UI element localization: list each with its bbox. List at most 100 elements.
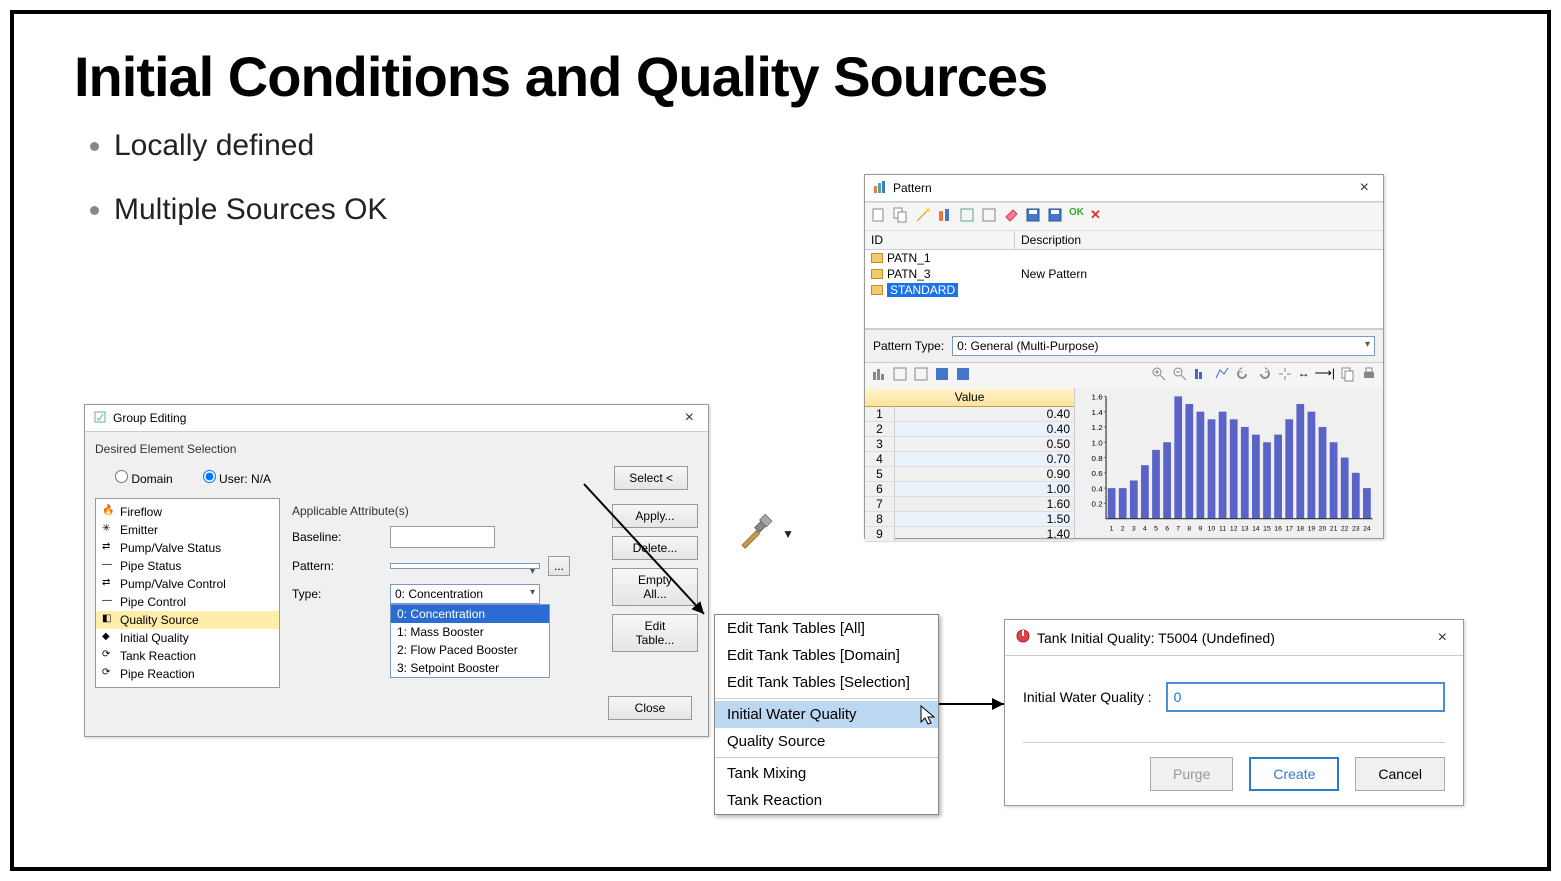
save-icon[interactable] [934, 366, 950, 385]
tree-item-tank-reaction[interactable]: ⟳Tank Reaction [96, 647, 279, 665]
value-row[interactable]: 50.90 [865, 467, 1074, 482]
apply-button[interactable]: Apply... [612, 504, 698, 528]
print-icon[interactable] [1361, 366, 1377, 385]
edit-icon[interactable] [959, 207, 975, 226]
tool-icon[interactable] [871, 366, 887, 385]
pattern-row[interactable]: STANDARD [865, 282, 1383, 298]
attribute-tree[interactable]: 🔥Fireflow✳Emitter⇄Pump/Valve Status—Pipe… [95, 498, 280, 688]
type-option[interactable]: 2: Flow Paced Booster [391, 641, 549, 659]
value-row[interactable]: 71.60 [865, 497, 1074, 512]
menu-item-quality-source[interactable]: Quality Source [715, 728, 938, 755]
radio-domain[interactable]: Domain [115, 470, 173, 486]
svg-text:21: 21 [1330, 526, 1338, 533]
pattern-browse-button[interactable]: ... [548, 556, 570, 576]
tree-item-pipe-reaction[interactable]: ⟳Pipe Reaction [96, 665, 279, 683]
type-option[interactable]: 0: Concentration [391, 605, 549, 623]
svg-text:22: 22 [1341, 526, 1349, 533]
eraser-icon[interactable] [1003, 207, 1019, 226]
value-row[interactable]: 30.50 [865, 437, 1074, 452]
tool-icon[interactable] [913, 366, 929, 385]
value-row[interactable]: 40.70 [865, 452, 1074, 467]
menu-item-tank-reaction[interactable]: Tank Reaction [715, 787, 938, 814]
pattern-icon [873, 180, 887, 197]
tool-icon[interactable] [1214, 366, 1230, 385]
svg-text:6: 6 [1165, 526, 1169, 533]
type-combo[interactable]: 0: Concentration [390, 584, 540, 604]
dialog-title-text: Group Editing [113, 411, 186, 425]
tree-item-fireflow[interactable]: 🔥Fireflow [96, 503, 279, 521]
tool-icon[interactable] [892, 366, 908, 385]
svg-text:7: 7 [1176, 526, 1180, 533]
menu-item-initial-water-quality[interactable]: Initial Water Quality [715, 701, 938, 728]
close-icon[interactable]: × [679, 409, 700, 427]
redo-icon[interactable] [1256, 366, 1272, 385]
tool-icon[interactable] [937, 207, 953, 226]
hammer-tool-icon[interactable]: ▼ [734, 509, 794, 559]
pattern-type-combo[interactable]: 0: General (Multi-Purpose) [952, 336, 1375, 356]
undo-icon[interactable] [1235, 366, 1251, 385]
close-icon[interactable]: × [1432, 629, 1453, 647]
pattern-row[interactable]: PATN_1 [865, 250, 1383, 266]
tool-icon[interactable]: ⟶| [1315, 366, 1335, 385]
tree-item-initial-quality[interactable]: ◆Initial Quality [96, 629, 279, 647]
pattern-row[interactable]: PATN_3New Pattern [865, 266, 1383, 282]
tank-icon [1015, 628, 1031, 647]
close-icon[interactable]: × [1354, 179, 1375, 197]
tree-item-pipe-control[interactable]: —Pipe Control [96, 593, 279, 611]
value-header: Value [865, 388, 1074, 407]
type-dropdown-list[interactable]: 0: Concentration1: Mass Booster2: Flow P… [390, 604, 550, 678]
copy-icon[interactable] [893, 207, 909, 226]
select-button[interactable]: Select < [614, 466, 688, 490]
dropdown-arrow-icon[interactable]: ▼ [782, 527, 794, 541]
value-row[interactable]: 61.00 [865, 482, 1074, 497]
id-column-header[interactable]: ID [865, 231, 1015, 249]
tool-icon[interactable] [1277, 366, 1293, 385]
zoom-out-icon[interactable] [1172, 366, 1188, 385]
close-button[interactable]: Close [608, 696, 692, 720]
type-option[interactable]: 1: Mass Booster [391, 623, 549, 641]
type-option[interactable]: 3: Setpoint Booster [391, 659, 549, 677]
svg-text:19: 19 [1308, 526, 1316, 533]
cancel-icon[interactable]: ✕ [1090, 207, 1101, 226]
svg-text:1.4: 1.4 [1092, 408, 1104, 417]
value-row[interactable]: 20.40 [865, 422, 1074, 437]
initial-quality-input[interactable] [1166, 682, 1445, 712]
tree-item-pump-valve-control[interactable]: ⇄Pump/Valve Control [96, 575, 279, 593]
svg-text:17: 17 [1285, 526, 1293, 533]
tree-item-emitter[interactable]: ✳Emitter [96, 521, 279, 539]
ok-icon[interactable]: OK [1069, 207, 1084, 226]
wand-icon[interactable] [915, 207, 931, 226]
cancel-button[interactable]: Cancel [1355, 757, 1445, 791]
zoom-in-icon[interactable] [1151, 366, 1167, 385]
baseline-input[interactable] [390, 526, 495, 548]
new-icon[interactable] [871, 207, 887, 226]
tool-icon[interactable] [981, 207, 997, 226]
pattern-combo[interactable] [390, 563, 540, 569]
save-icon[interactable] [1025, 207, 1041, 226]
svg-text:5: 5 [1154, 526, 1158, 533]
pattern-chart-toolbar: ↔ ⟶| [865, 362, 1383, 388]
create-button[interactable]: Create [1249, 757, 1339, 791]
save-icon[interactable] [955, 366, 971, 385]
desc-column-header[interactable]: Description [1015, 231, 1383, 249]
menu-item-edit-tank-tables-selection-[interactable]: Edit Tank Tables [Selection] [715, 669, 938, 696]
empty-all-button[interactable]: Empty All... [612, 568, 698, 606]
tree-item-quality-source[interactable]: ◧Quality Source [96, 611, 279, 629]
tool-icon[interactable] [1193, 366, 1209, 385]
menu-item-edit-tank-tables-domain-[interactable]: Edit Tank Tables [Domain] [715, 642, 938, 669]
tool-icon[interactable]: ↔ [1298, 366, 1310, 385]
value-row[interactable]: 10.40 [865, 407, 1074, 422]
tree-item-pipe-status[interactable]: —Pipe Status [96, 557, 279, 575]
delete-button[interactable]: Delete... [612, 536, 698, 560]
radio-user[interactable]: User: N/A [203, 470, 271, 486]
svg-text:0.2: 0.2 [1092, 500, 1103, 509]
copy-icon[interactable] [1340, 366, 1356, 385]
menu-item-edit-tank-tables-all-[interactable]: Edit Tank Tables [All] [715, 615, 938, 642]
value-row[interactable]: 81.50 [865, 512, 1074, 527]
edit-table-button[interactable]: Edit Table... [612, 614, 698, 652]
svg-text:1.2: 1.2 [1092, 423, 1103, 432]
save-icon[interactable] [1047, 207, 1063, 226]
value-row[interactable]: 91.40 [865, 527, 1074, 542]
tree-item-pump-valve-status[interactable]: ⇄Pump/Valve Status [96, 539, 279, 557]
menu-item-tank-mixing[interactable]: Tank Mixing [715, 760, 938, 787]
